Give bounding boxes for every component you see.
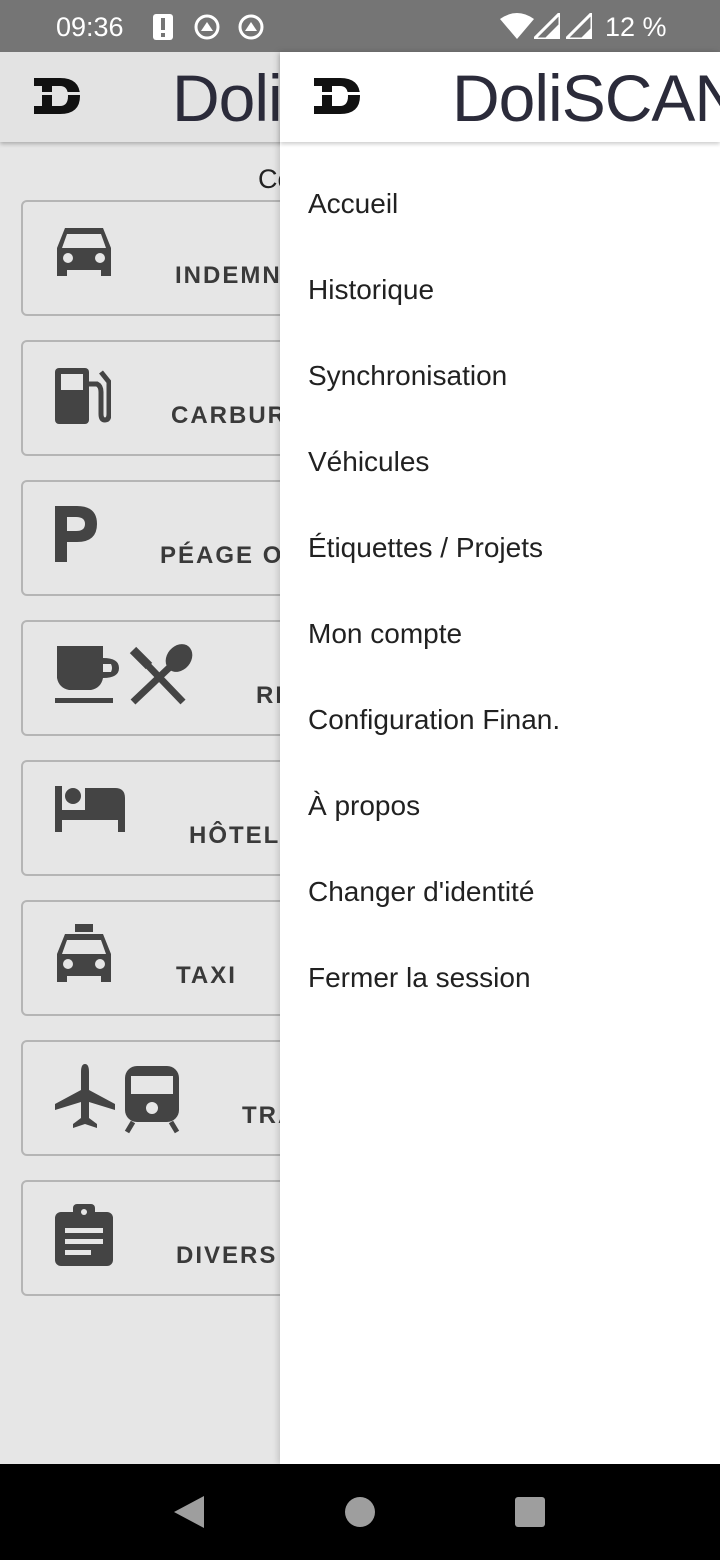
clipboard-icon bbox=[55, 1204, 113, 1266]
signal-icon bbox=[566, 13, 592, 39]
parking-icon bbox=[55, 506, 97, 562]
car-icon bbox=[57, 228, 111, 276]
hotel-bed-icon bbox=[55, 786, 125, 832]
sync-icon bbox=[238, 14, 264, 40]
menu-item-configuration-finan[interactable]: Configuration Finan. bbox=[308, 704, 560, 736]
card-label: HÔTEL bbox=[189, 822, 281, 849]
menu-item-synchronisation[interactable]: Synchronisation bbox=[308, 360, 507, 392]
card-label: TAXI bbox=[176, 962, 237, 989]
system-navigation-bar bbox=[0, 1464, 720, 1560]
battery-percentage: 12 % bbox=[605, 12, 667, 42]
navigation-drawer: DoliSCAN Accueil Historique Synchronisat… bbox=[280, 52, 720, 1464]
doliscan-logo-icon[interactable] bbox=[310, 72, 364, 120]
taxi-icon bbox=[57, 924, 111, 982]
recents-icon[interactable] bbox=[514, 1496, 546, 1528]
alert-icon bbox=[153, 14, 173, 40]
card-label: DIVERS bbox=[176, 1242, 278, 1269]
menu-item-accueil[interactable]: Accueil bbox=[308, 188, 398, 220]
menu-item-mon-compte[interactable]: Mon compte bbox=[308, 618, 462, 650]
signal-icon bbox=[534, 13, 560, 39]
plane-train-icon bbox=[55, 1064, 180, 1134]
card-label: CARBUR bbox=[171, 402, 287, 429]
menu-item-historique[interactable]: Historique bbox=[308, 274, 434, 306]
fuel-icon bbox=[55, 368, 111, 424]
card-label: INDEMN bbox=[175, 262, 282, 289]
meal-icon bbox=[55, 644, 193, 705]
menu-item-changer-identite[interactable]: Changer d'identité bbox=[308, 876, 534, 908]
drawer-brand: DoliSCAN bbox=[452, 61, 720, 135]
menu-item-etiquettes-projets[interactable]: Étiquettes / Projets bbox=[308, 532, 543, 564]
status-bar: 09:36 12 % bbox=[0, 0, 720, 52]
home-icon[interactable] bbox=[344, 1496, 376, 1528]
sync-icon bbox=[194, 14, 220, 40]
menu-item-fermer-session[interactable]: Fermer la session bbox=[308, 962, 531, 994]
back-icon[interactable] bbox=[172, 1494, 206, 1530]
menu-item-a-propos[interactable]: À propos bbox=[308, 790, 420, 822]
status-time: 09:36 bbox=[56, 12, 124, 42]
doliscan-logo-icon[interactable] bbox=[30, 72, 84, 120]
wifi-icon bbox=[500, 13, 534, 39]
drawer-header: DoliSCAN bbox=[280, 52, 720, 142]
menu-item-vehicules[interactable]: Véhicules bbox=[308, 446, 429, 478]
